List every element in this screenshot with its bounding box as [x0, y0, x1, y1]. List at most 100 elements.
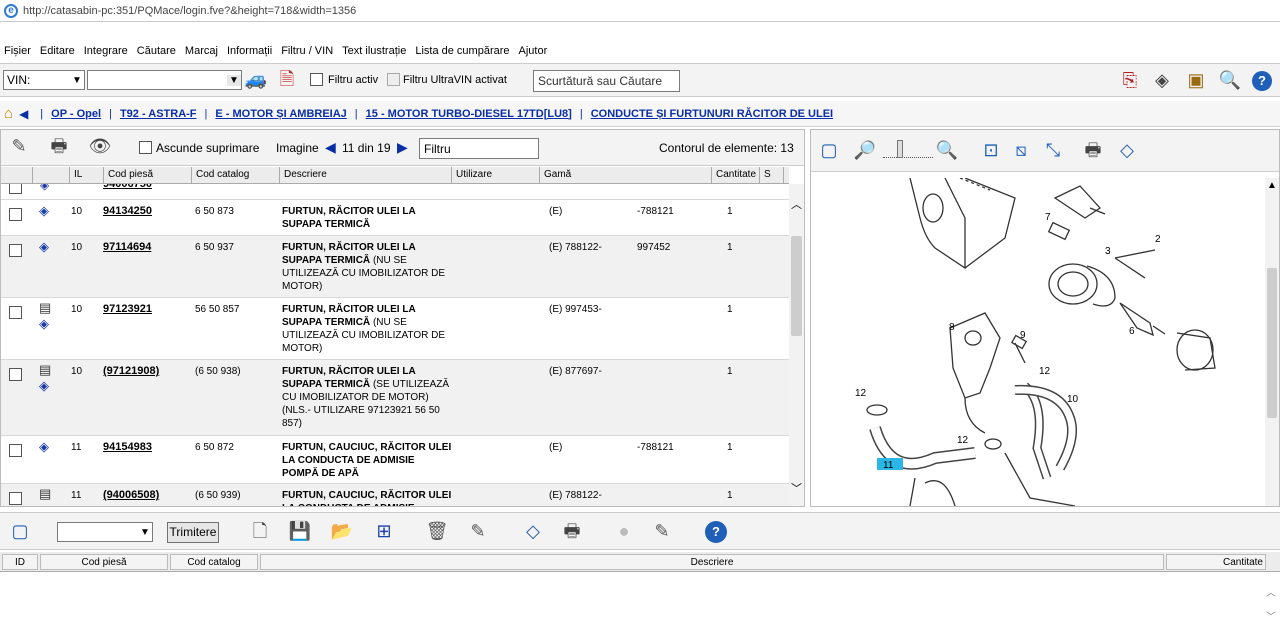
window-icon[interactable]: ▢: [817, 139, 841, 163]
col-range[interactable]: Gamă: [540, 167, 712, 183]
zoom-in-icon[interactable]: 🔍: [935, 139, 959, 163]
fit-width-icon[interactable]: ⧅: [1009, 139, 1033, 163]
scroll-up-icon[interactable]: ︿: [1266, 584, 1276, 599]
part-number-link[interactable]: 94134250: [103, 205, 152, 217]
bookmark-diagram-icon[interactable]: ◇: [1115, 139, 1139, 163]
col-description[interactable]: Descriere: [280, 167, 452, 183]
filter-ultravin-checkbox[interactable]: [387, 73, 400, 86]
scrollbar-thumb[interactable]: [1267, 268, 1277, 418]
menu-shopping-list[interactable]: Lista de cumpărare: [415, 45, 509, 57]
vin-input[interactable]: ▼: [87, 70, 242, 90]
previous-image-icon[interactable]: ◀: [325, 139, 336, 156]
breadcrumb-group[interactable]: E - MOTOR ȘI AMBREIAJ: [215, 108, 346, 120]
row-checkbox[interactable]: [9, 244, 22, 257]
table-row[interactable]: ▤ 11 (94006508) (6 50 939) FURTUN, CAUCI…: [1, 484, 789, 506]
menu-file[interactable]: Fișier: [4, 45, 31, 57]
car-icon[interactable]: 🚙: [244, 68, 268, 92]
part-info-icon[interactable]: ◈: [40, 184, 49, 192]
row-checkbox[interactable]: [9, 492, 22, 505]
parts-list-scrollbar[interactable]: ︿ ﹀: [789, 184, 804, 506]
menu-help[interactable]: Ajutor: [519, 45, 548, 57]
part-number-link[interactable]: (94006508): [103, 489, 159, 501]
open-folder-icon[interactable]: 📂: [330, 520, 354, 544]
table-row[interactable]: ◈ 10 97114694 6 50 937 FURTUN, RĂCITOR U…: [1, 236, 789, 298]
col-s[interactable]: S: [760, 167, 784, 183]
menu-illustration-text[interactable]: Text ilustrație: [342, 45, 406, 57]
breadcrumb-section[interactable]: CONDUCTE ȘI FURTUNURI RĂCITOR DE ULEI: [591, 108, 833, 120]
help-icon[interactable]: ?: [1252, 71, 1272, 91]
table-row[interactable]: ▤ ◈ 10 (97121908) (6 50 938) FURTUN, RĂC…: [1, 360, 789, 436]
col-description[interactable]: Descriere: [260, 554, 1164, 570]
print-list-icon[interactable]: 🖶: [560, 520, 584, 544]
menu-filter-vin[interactable]: Filtru / VIN: [281, 45, 333, 57]
menu-info[interactable]: Informații: [227, 45, 272, 57]
row-checkbox[interactable]: [9, 208, 22, 221]
document-icon[interactable]: ▤: [39, 300, 51, 316]
print-icon[interactable]: 🖶: [47, 135, 71, 159]
breadcrumb-engine[interactable]: 15 - MOTOR TURBO-DIESEL 17TD[LU8]: [366, 108, 572, 120]
part-info-icon[interactable]: ◈: [39, 239, 49, 255]
scrollbar-thumb[interactable]: [791, 236, 802, 336]
url-text[interactable]: http://catasabin-pc:351/PQMace/login.fve…: [23, 5, 356, 17]
scroll-down-icon[interactable]: ﹀: [1266, 608, 1276, 623]
preview-eye-icon[interactable]: 👁: [88, 135, 112, 159]
table-row[interactable]: ◈ 94006750: [1, 184, 789, 200]
exploded-diagram[interactable]: 7 2 3 6 8 9 12 10 12 12 11: [815, 178, 1265, 506]
exit-icon[interactable]: ⎘: [1118, 69, 1142, 93]
zoom-out-icon[interactable]: 🔎: [853, 139, 877, 163]
row-checkbox[interactable]: [9, 444, 22, 457]
part-number-link[interactable]: 97123921: [103, 303, 152, 315]
scroll-up-icon[interactable]: ︿: [791, 196, 802, 212]
row-checkbox[interactable]: [9, 306, 22, 319]
col-part-number[interactable]: Cod piesă: [104, 167, 192, 183]
edit-list-icon[interactable]: ✎: [466, 520, 490, 544]
table-row[interactable]: ▤ ◈ 10 97123921 56 50 857 FURTUN, RĂCITO…: [1, 298, 789, 360]
save-icon[interactable]: 💾: [288, 520, 312, 544]
menu-bookmark[interactable]: Marcaj: [185, 45, 218, 57]
document-icon[interactable]: ▤: [39, 362, 51, 378]
list-select[interactable]: ▼: [57, 522, 153, 542]
print-diagram-icon[interactable]: 🖶: [1081, 139, 1105, 163]
bookmark-icon[interactable]: ◇: [521, 520, 545, 544]
home-icon[interactable]: ⌂: [4, 105, 13, 122]
scroll-up-icon[interactable]: ▲: [1267, 180, 1277, 191]
tag-icon[interactable]: ◈: [1150, 69, 1174, 93]
scroll-down-icon[interactable]: ﹀: [791, 480, 802, 496]
part-info-icon[interactable]: ◈: [39, 203, 49, 219]
menu-search[interactable]: Căutare: [137, 45, 176, 57]
part-number-link[interactable]: 97114694: [103, 241, 151, 253]
col-catalog-code[interactable]: Cod catalog: [170, 554, 258, 570]
col-quantity[interactable]: Cantitate: [712, 167, 760, 183]
zoom-slider[interactable]: [883, 140, 933, 158]
document-pdf-icon[interactable]: 🗎: [275, 68, 299, 92]
window-icon[interactable]: ▢: [8, 520, 32, 544]
edit-note-icon[interactable]: ✎: [7, 135, 31, 159]
breadcrumb-make[interactable]: OP - Opel: [51, 108, 101, 120]
back-arrow-icon[interactable]: ◀: [19, 107, 28, 121]
col-quantity[interactable]: Cantitate: [1166, 554, 1266, 570]
vin-type-select[interactable]: VIN: ▼: [3, 70, 85, 90]
filter-active-checkbox[interactable]: [310, 73, 323, 86]
address-bar[interactable]: e http://catasabin-pc:351/PQMace/login.f…: [0, 0, 1280, 22]
next-image-icon[interactable]: ▶: [397, 139, 408, 156]
shortcut-search-input[interactable]: Scurtătură sau Căutare: [533, 70, 680, 92]
menu-integrate[interactable]: Integrare: [84, 45, 128, 57]
help-icon[interactable]: ?: [705, 521, 727, 543]
row-checkbox[interactable]: [9, 368, 22, 381]
notepad-icon[interactable]: ▣: [1184, 69, 1208, 93]
search-book-icon[interactable]: 🔍: [1218, 69, 1242, 93]
menu-edit[interactable]: Editare: [40, 45, 75, 57]
document-icon[interactable]: ▤: [39, 486, 51, 502]
col-usage[interactable]: Utilizare: [452, 167, 540, 183]
fit-height-icon[interactable]: ⤡: [1041, 139, 1065, 163]
diagram-scrollbar[interactable]: ▲: [1265, 178, 1279, 506]
fit-to-window-icon[interactable]: ⊡: [979, 139, 1003, 163]
part-number-link[interactable]: (97121908): [103, 365, 159, 377]
table-row[interactable]: ◈ 11 94154983 6 50 872 FURTUN, CAUCIUC, …: [1, 436, 789, 484]
add-icon[interactable]: ⊞: [372, 520, 396, 544]
part-info-icon[interactable]: ◈: [39, 378, 49, 394]
breadcrumb-model[interactable]: T92 - ASTRA-F: [120, 108, 197, 120]
trash-icon[interactable]: 🗑: [425, 520, 449, 544]
part-info-icon[interactable]: ◈: [39, 439, 49, 455]
table-row[interactable]: ◈ 10 94134250 6 50 873 FURTUN, RĂCITOR U…: [1, 200, 789, 236]
